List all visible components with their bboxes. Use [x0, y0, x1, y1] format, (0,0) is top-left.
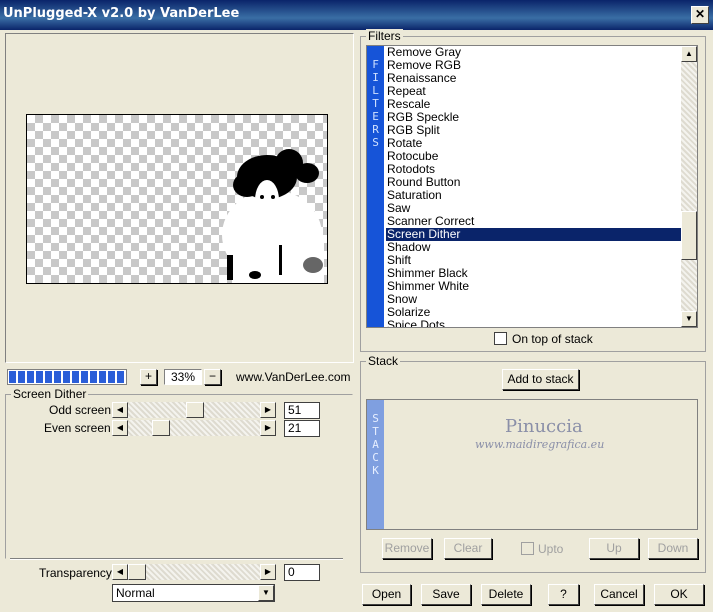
scroll-thumb[interactable] — [681, 211, 697, 260]
transparency-track[interactable] — [128, 564, 260, 580]
chevron-down-icon: ▼ — [262, 588, 270, 597]
open-button[interactable]: Open — [362, 584, 411, 605]
down-button[interactable]: Down — [648, 538, 698, 559]
even-screen-value[interactable]: 21 — [284, 420, 320, 437]
clear-button[interactable]: Clear — [444, 538, 492, 559]
help-button[interactable]: ? — [548, 584, 579, 605]
transparency-increase[interactable]: ▶ — [260, 564, 276, 580]
even-screen-label: Even screen — [44, 421, 111, 435]
website-link[interactable]: www.VanDerLee.com — [236, 370, 351, 384]
zoom-in-icon: + — [144, 369, 152, 383]
odd-screen-decrease[interactable]: ◀ — [112, 402, 128, 418]
add-to-stack-button[interactable]: Add to stack — [502, 369, 579, 390]
cancel-button[interactable]: Cancel — [594, 584, 644, 605]
even-screen-track[interactable] — [128, 420, 260, 436]
scroll-down-button[interactable]: ▼ — [681, 311, 697, 327]
stack-group-label: Stack — [366, 354, 401, 368]
ok-button[interactable]: OK — [654, 584, 704, 605]
stack-vertical-label: STACK — [367, 400, 384, 529]
chevron-left-icon: ◀ — [116, 405, 124, 414]
close-button[interactable]: ✕ — [691, 6, 709, 24]
zoom-out-icon: − — [208, 369, 216, 383]
filter-item[interactable]: Screen Dither — [386, 228, 682, 241]
transparency-decrease[interactable]: ◀ — [112, 564, 128, 580]
chevron-down-icon: ▼ — [685, 314, 693, 323]
odd-screen-value[interactable]: 51 — [284, 402, 320, 419]
filter-item[interactable]: Shimmer White — [386, 280, 682, 293]
transparency-label: Transparency — [39, 566, 112, 580]
title-bar[interactable]: UnPlugged-X v2.0 by VanDerLee ✕ — [0, 0, 713, 30]
filter-item[interactable]: Spice Dots — [386, 319, 682, 328]
progress-segment — [72, 371, 79, 383]
chevron-left-icon: ◀ — [116, 567, 124, 576]
filter-item[interactable]: Shadow — [386, 241, 682, 254]
odd-screen-thumb[interactable] — [186, 402, 204, 418]
progress-segment — [9, 371, 16, 383]
filters-scrollbar[interactable]: ▲ ▼ — [681, 46, 697, 327]
on-top-of-stack-checkbox[interactable] — [494, 332, 507, 345]
delete-button[interactable]: Delete — [481, 584, 531, 605]
transparency-thumb[interactable] — [128, 564, 146, 580]
progress-bar — [7, 369, 127, 385]
watermark-url: www.maidiregrafica.eu — [475, 438, 605, 451]
progress-segment — [99, 371, 106, 383]
filters-list[interactable]: FILTERS Remove Gray Remove RGB Renaissance… — [366, 45, 698, 328]
filter-item[interactable]: Repeat — [386, 85, 682, 98]
save-button[interactable]: Save — [421, 584, 471, 605]
chevron-right-icon: ▶ — [264, 423, 272, 432]
stack-list[interactable]: STACK Pinuccia www.maidiregrafica.eu — [366, 399, 698, 530]
preview-canvas[interactable] — [26, 114, 328, 284]
upto-checkbox[interactable] — [521, 542, 534, 555]
odd-screen-label: Odd screen — [49, 403, 112, 417]
progress-segment — [36, 371, 43, 383]
progress-segment — [90, 371, 97, 383]
window-title: UnPlugged-X v2.0 by VanDerLee — [3, 6, 240, 21]
progress-segment — [81, 371, 88, 383]
scroll-up-button[interactable]: ▲ — [681, 46, 697, 62]
dropdown-button[interactable]: ▼ — [258, 585, 274, 601]
even-screen-decrease[interactable]: ◀ — [112, 420, 128, 436]
filter-item[interactable]: Renaissance — [386, 72, 682, 85]
watermark-name: Pinuccia — [505, 416, 583, 437]
filters-group-label: Filters — [366, 29, 403, 43]
filters-items: Remove Gray Remove RGB Renaissance Repeat Re… — [386, 46, 682, 328]
upto-label: Upto — [538, 542, 564, 556]
filter-item[interactable]: RGB Split — [386, 124, 682, 137]
params-group-label: Screen Dither — [11, 387, 89, 401]
zoom-in-button[interactable]: + — [140, 369, 157, 385]
progress-segment — [27, 371, 34, 383]
filter-item[interactable]: Saturation — [386, 189, 682, 202]
odd-screen-increase[interactable]: ▶ — [260, 402, 276, 418]
divider — [10, 558, 343, 560]
progress-segment — [117, 371, 124, 383]
chevron-left-icon: ◀ — [116, 423, 124, 432]
blend-mode-value: Normal — [116, 586, 155, 600]
chevron-up-icon: ▲ — [685, 49, 693, 58]
zoom-out-button[interactable]: − — [204, 369, 221, 385]
remove-button[interactable]: Remove — [382, 538, 432, 559]
progress-segment — [54, 371, 61, 383]
progress-segment — [108, 371, 115, 383]
blend-mode-select[interactable]: Normal ▼ — [112, 584, 275, 602]
up-button[interactable]: Up — [589, 538, 639, 559]
chevron-right-icon: ▶ — [264, 567, 272, 576]
transparency-value[interactable]: 0 — [284, 564, 320, 581]
progress-segment — [45, 371, 52, 383]
filters-vertical-label: FILTERS — [367, 46, 384, 327]
even-screen-thumb[interactable] — [152, 420, 170, 436]
zoom-level: 33% — [164, 369, 202, 385]
even-screen-increase[interactable]: ▶ — [260, 420, 276, 436]
preview-image — [222, 149, 324, 283]
chevron-right-icon: ▶ — [264, 405, 272, 414]
progress-segment — [63, 371, 70, 383]
on-top-of-stack-label: On top of stack — [512, 332, 593, 346]
filter-item[interactable]: Snow — [386, 293, 682, 306]
progress-segment — [18, 371, 25, 383]
